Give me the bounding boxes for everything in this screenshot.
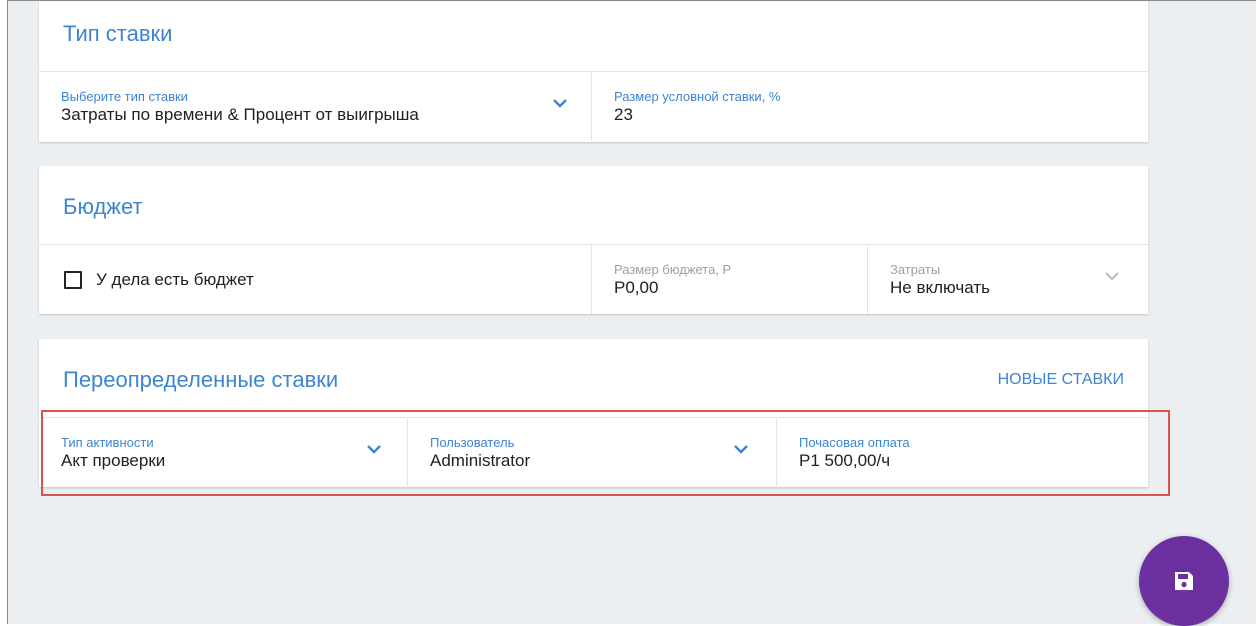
activity-type-value: Акт проверки (61, 451, 166, 470)
conditional-rate-value: 23 (614, 105, 633, 124)
budget-header: Бюджет (39, 166, 1148, 245)
conditional-rate-field[interactable]: Размер условной ставки, % 23 (592, 72, 1148, 141)
has-budget-label[interactable]: У дела есть бюджет (96, 270, 254, 290)
save-icon (1175, 572, 1193, 590)
overrides-header: Переопределенные ставки НОВЫЕ СТАВКИ (39, 339, 1148, 417)
budget-row: У дела есть бюджет Размер бюджета, Р Р0,… (39, 245, 1148, 314)
rate-type-select-value: Затраты по времени & Процент от выигрыша (61, 105, 419, 124)
user-value: Administrator (430, 451, 531, 470)
override-row: Тип активности Акт проверки Пользователь… (39, 417, 1148, 488)
rate-type-card: Тип ставки Выберите тип ставки Затраты п… (39, 1, 1148, 142)
budget-amount-label: Размер бюджета, Р (614, 262, 732, 277)
budget-card: Бюджет У дела есть бюджет Размер бюджета… (39, 166, 1148, 314)
rate-type-title: Тип ставки (63, 21, 173, 46)
user-label: Пользователь (430, 435, 515, 450)
budget-amount-field[interactable]: Размер бюджета, Р Р0,00 (592, 245, 868, 314)
expenses-select[interactable]: Затраты Не включать (868, 245, 1148, 314)
hourly-rate-label: Почасовая оплата (799, 435, 910, 450)
activity-type-label: Тип активности (61, 435, 154, 450)
new-rates-button[interactable]: НОВЫЕ СТАВКИ (998, 371, 1124, 389)
user-select[interactable]: Пользователь Administrator (408, 418, 777, 488)
activity-type-select[interactable]: Тип активности Акт проверки (39, 418, 408, 488)
rate-type-header: Тип ставки (39, 1, 1148, 72)
rate-type-select-label: Выберите тип ставки (61, 89, 188, 104)
expenses-value: Не включать (890, 278, 990, 297)
has-budget-checkbox-cell: У дела есть бюджет (39, 245, 592, 314)
page-background: Тип ставки Выберите тип ставки Затраты п… (7, 0, 1256, 626)
chevron-down-icon[interactable] (733, 444, 749, 454)
hourly-rate-field[interactable]: Почасовая оплата Р1 500,00/ч (777, 418, 1148, 488)
conditional-rate-label: Размер условной ставки, % (614, 89, 781, 104)
save-fab-button[interactable] (1139, 536, 1229, 626)
hourly-rate-value: Р1 500,00/ч (799, 451, 891, 470)
expenses-label: Затраты (890, 262, 941, 277)
chevron-down-icon[interactable] (366, 444, 382, 454)
chevron-down-icon[interactable] (1104, 271, 1120, 281)
rate-type-select[interactable]: Выберите тип ставки Затраты по времени &… (39, 72, 592, 141)
chevron-down-icon[interactable] (552, 98, 568, 108)
rate-type-row: Выберите тип ставки Затраты по времени &… (39, 72, 1148, 141)
budget-title: Бюджет (63, 194, 143, 219)
budget-amount-value: Р0,00 (614, 278, 659, 297)
has-budget-checkbox[interactable] (64, 271, 82, 289)
overrides-title: Переопределенные ставки (63, 367, 339, 392)
overrides-card: Переопределенные ставки НОВЫЕ СТАВКИ Тип… (39, 339, 1148, 488)
